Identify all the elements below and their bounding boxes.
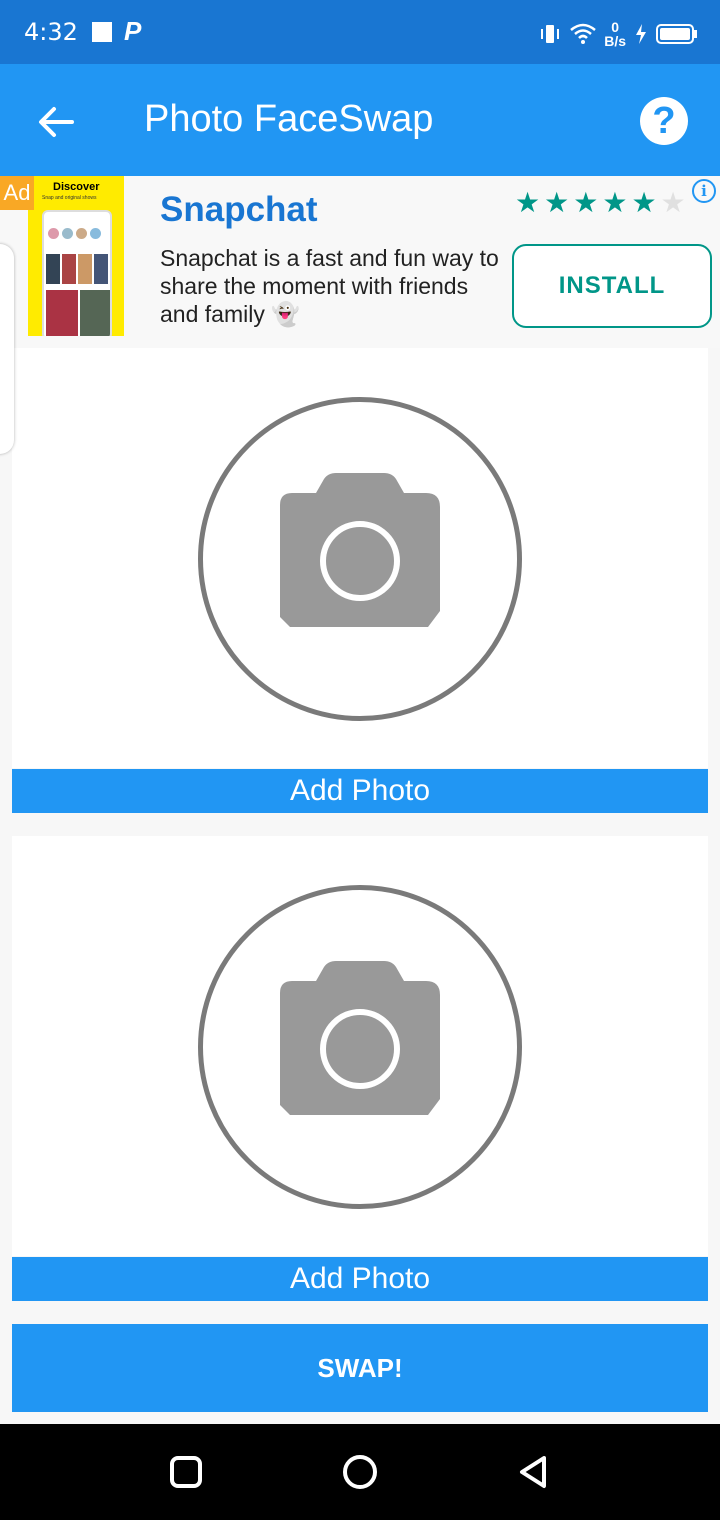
- charging-icon: [636, 24, 646, 44]
- back-nav-icon[interactable]: [514, 1452, 554, 1492]
- camera-icon: [280, 961, 440, 1115]
- ad-badge: Ad: [0, 176, 34, 210]
- ad-banner[interactable]: Ad Discover Snap and original shows Snap…: [0, 176, 720, 348]
- wifi-icon: [570, 23, 597, 44]
- status-bar: 4:32 P 0 B/s: [0, 0, 720, 64]
- rating-star-icon: ★: [602, 187, 628, 218]
- navigation-bar: [0, 1424, 720, 1520]
- back-arrow-icon[interactable]: [34, 100, 78, 144]
- camera-icon: [280, 473, 440, 627]
- ad-rating: ★ ★ ★ ★ ★ ★: [515, 188, 686, 218]
- page-title: Photo FaceSwap: [144, 98, 434, 140]
- ad-description: Snapchat is a fast and fun way to share …: [160, 245, 499, 327]
- app-bar: Photo FaceSwap ?: [0, 64, 720, 176]
- photo-slot-2[interactable]: [12, 836, 708, 1256]
- photo-slot-1[interactable]: [12, 348, 708, 768]
- notification-p-icon: P: [124, 16, 142, 46]
- ad-phone-mockup: [42, 210, 112, 336]
- rating-star-icon: ★: [631, 187, 657, 218]
- ad-title[interactable]: Snapchat: [160, 190, 318, 230]
- vibrate-icon: [541, 25, 560, 43]
- ad-image-title: Discover: [53, 181, 100, 193]
- notification-square-icon: [92, 22, 112, 42]
- install-button[interactable]: INSTALL: [512, 244, 712, 328]
- ad-info-icon[interactable]: i: [692, 179, 716, 203]
- rating-star-icon: ★: [544, 187, 570, 218]
- ad-image[interactable]: Discover Snap and original shows: [28, 176, 124, 336]
- net-speed-unit: B/s: [604, 33, 626, 49]
- rating-star-icon: ★: [660, 187, 686, 218]
- status-icons: 0 B/s: [538, 14, 698, 54]
- side-drawer-handle[interactable]: [0, 244, 14, 454]
- status-time: 4:32: [24, 18, 78, 46]
- battery-icon: [656, 24, 697, 44]
- home-icon[interactable]: [340, 1452, 380, 1492]
- net-speed: 0 B/s: [604, 20, 626, 48]
- rating-star-icon: ★: [573, 187, 599, 218]
- swap-button[interactable]: SWAP!: [12, 1324, 708, 1412]
- help-icon[interactable]: ?: [640, 97, 688, 145]
- add-photo-button-2[interactable]: Add Photo: [12, 1257, 708, 1301]
- recents-icon[interactable]: [166, 1452, 206, 1492]
- rating-star-icon: ★: [515, 187, 541, 218]
- add-photo-button-1[interactable]: Add Photo: [12, 769, 708, 813]
- ad-image-subtitle: Snap and original shows: [42, 195, 97, 201]
- net-speed-value: 0: [611, 19, 619, 35]
